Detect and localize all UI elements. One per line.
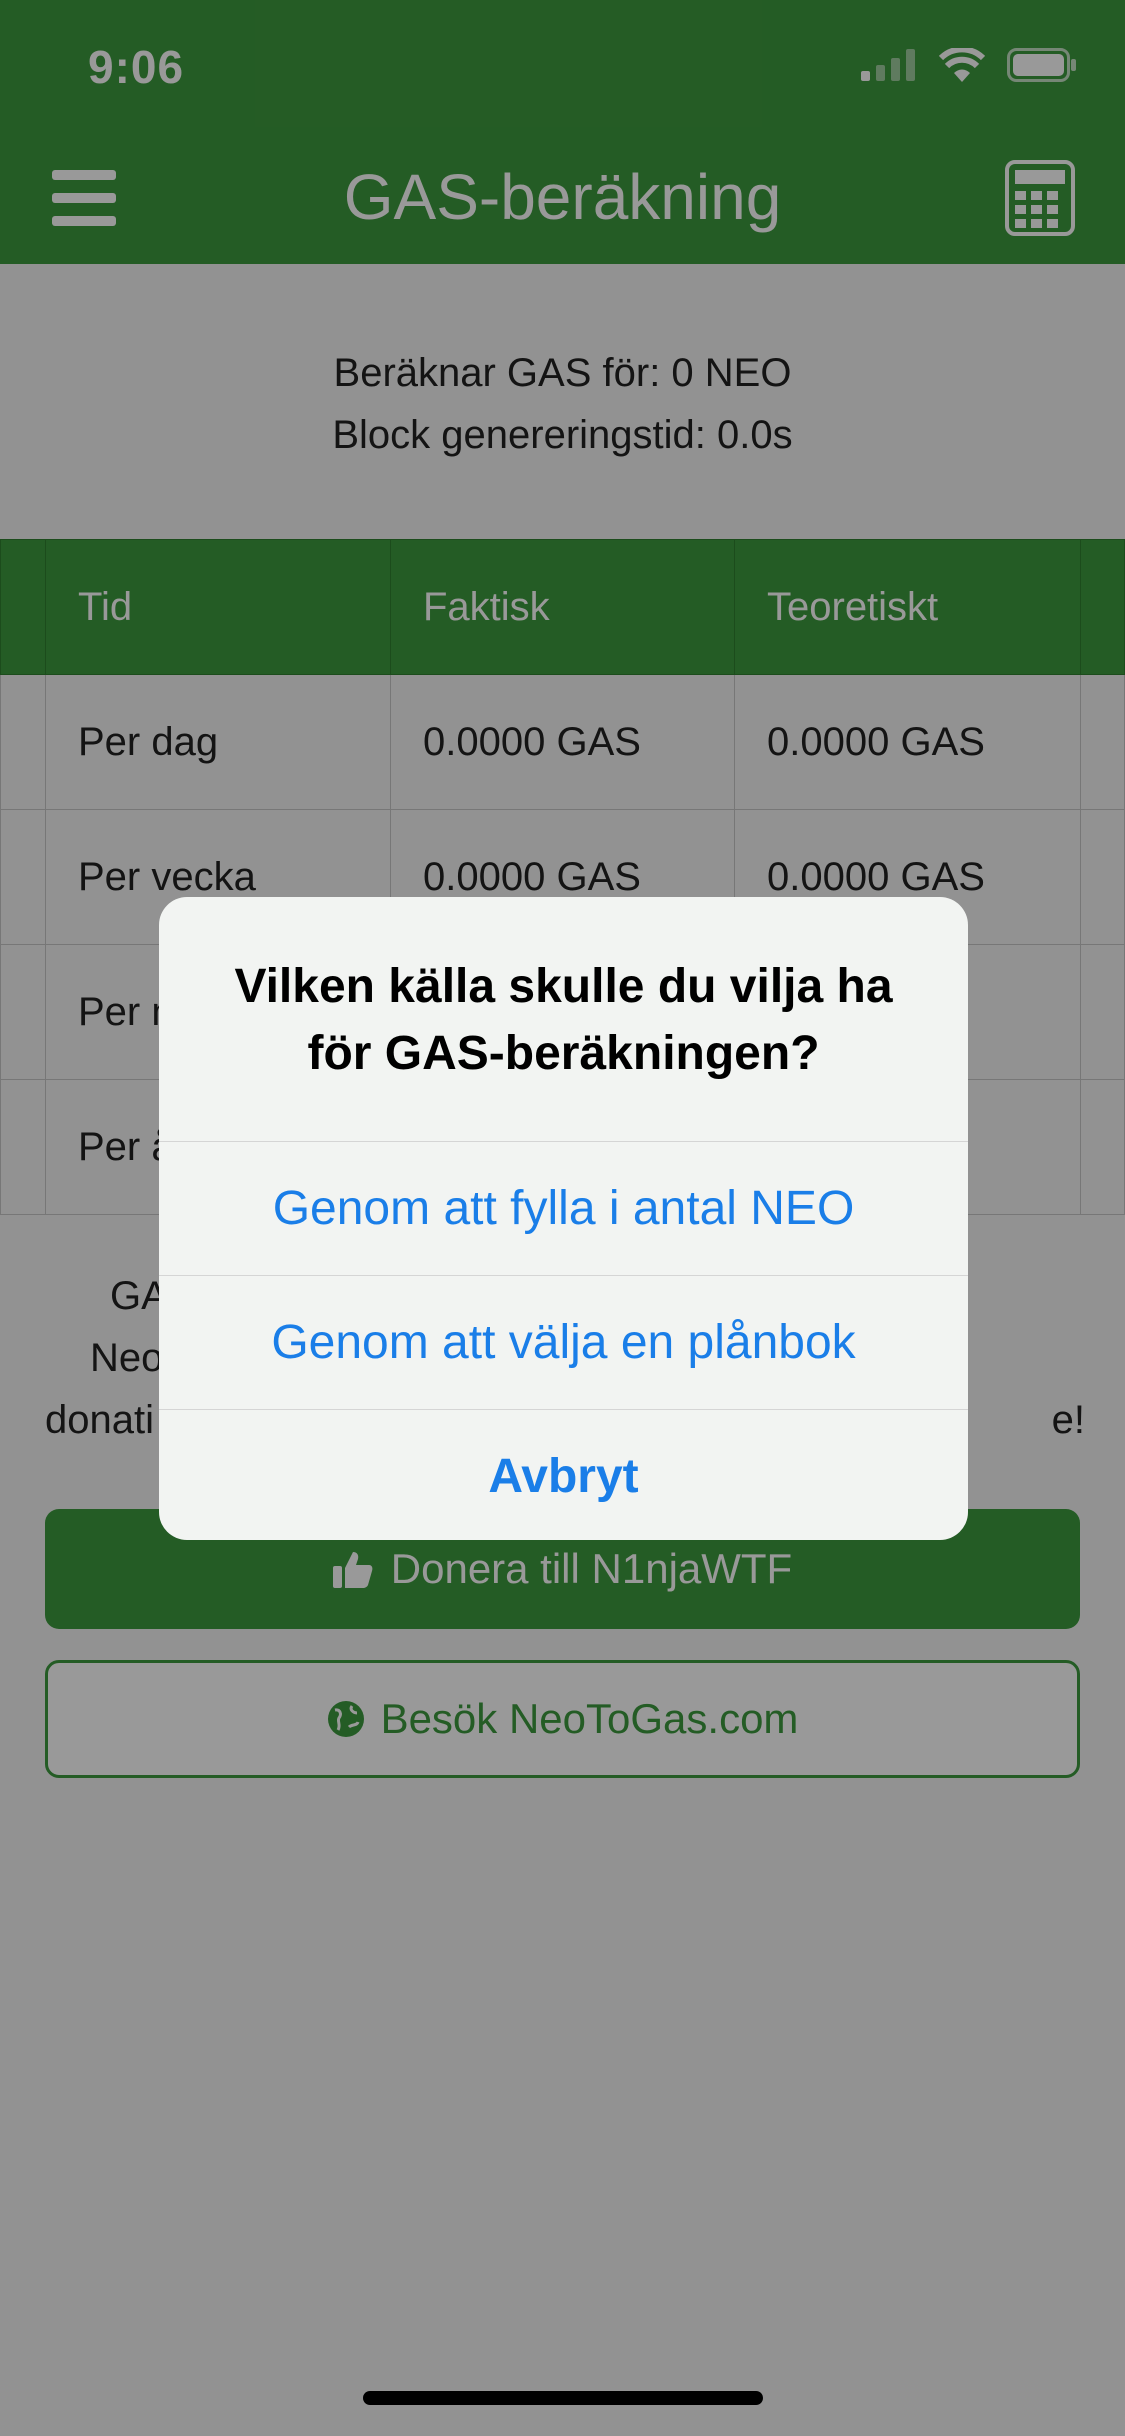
cancel-button[interactable]: Avbryt [159,1410,968,1540]
home-indicator[interactable] [363,2391,763,2405]
fill-neo-amount-button[interactable]: Genom att fylla i antal NEO [159,1142,968,1276]
choose-wallet-button[interactable]: Genom att välja en plånbok [159,1276,968,1410]
source-choice-alert: Vilken källa skulle du vilja ha för GAS-… [159,897,968,1540]
alert-message: Vilken källa skulle du vilja ha för GAS-… [159,897,968,1142]
